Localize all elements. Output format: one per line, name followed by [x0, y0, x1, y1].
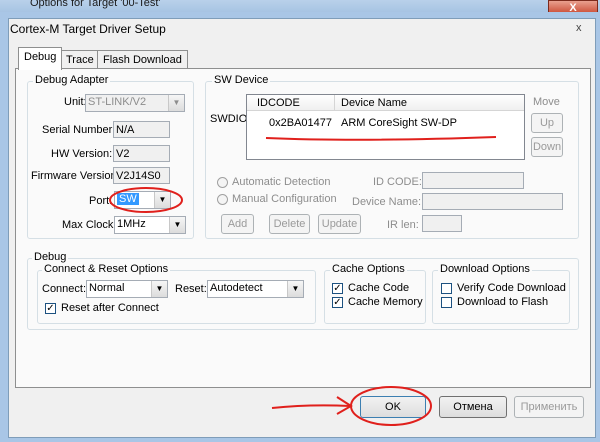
unit-label: Unit:	[64, 96, 87, 108]
cache-memory-label: Cache Memory	[348, 296, 423, 308]
debug-group-title: Debug	[32, 251, 69, 263]
connect-reset-title: Connect & Reset Options	[42, 263, 171, 275]
col-idcode-header[interactable]: IDCODE	[257, 97, 300, 109]
chevron-down-icon: ▼	[151, 281, 167, 297]
connect-value: Normal	[89, 282, 125, 294]
download-to-flash-label: Download to Flash	[457, 296, 549, 308]
move-down-button[interactable]: Down	[531, 137, 563, 157]
serial-number-label: Serial Number:	[42, 124, 116, 136]
idcode-cell[interactable]: 0x2BA01477	[269, 117, 332, 129]
outer-window-titlebar: Options for Target '00-Test'	[0, 0, 600, 12]
move-up-button[interactable]: Up	[531, 113, 563, 133]
outer-window-title: Options for Target '00-Test'	[30, 0, 161, 9]
device-name-label: Device Name:	[352, 196, 422, 208]
verify-code-download-label: Verify Code Download	[457, 282, 566, 294]
cache-code-checkbox[interactable]: ✓	[332, 283, 343, 294]
firmware-version-field: V2J14S0	[113, 167, 170, 184]
chevron-down-icon: ▼	[168, 95, 184, 111]
checkmark-icon: ✓	[333, 283, 342, 294]
chevron-down-icon: ▼	[154, 192, 170, 208]
cache-memory-checkbox[interactable]: ✓	[332, 297, 343, 308]
chevron-down-icon: ▼	[169, 217, 185, 233]
manual-configuration-label: Manual Configuration	[232, 193, 337, 205]
debug-adapter-title: Debug Adapter	[33, 74, 111, 86]
serial-number-field: N/A	[113, 121, 170, 138]
manual-configuration-radio[interactable]	[217, 194, 228, 205]
ok-button[interactable]: OK	[360, 396, 426, 418]
ir-len-label: IR len:	[387, 219, 419, 231]
sw-device-list[interactable]: IDCODE Device Name 0x2BA01477 ARM CoreSi…	[246, 94, 525, 160]
tab-flash-download[interactable]: Flash Download	[97, 50, 188, 69]
checkmark-icon: ✓	[333, 297, 342, 308]
verify-code-download-checkbox[interactable]	[441, 283, 452, 294]
dialog-close-button[interactable]: x	[576, 22, 590, 34]
column-divider	[334, 95, 335, 110]
reset-label: Reset:	[175, 283, 207, 295]
delete-button[interactable]: Delete	[269, 214, 310, 234]
add-button[interactable]: Add	[221, 214, 254, 234]
reset-after-connect-checkbox[interactable]: ✓	[45, 303, 56, 314]
unit-value: ST-LINK/V2	[88, 96, 147, 108]
chevron-down-icon: ▼	[287, 281, 303, 297]
move-label: Move	[533, 96, 560, 108]
cache-options-title: Cache Options	[330, 263, 407, 275]
automatic-detection-label: Automatic Detection	[232, 176, 331, 188]
id-code-field[interactable]	[422, 172, 524, 189]
id-code-label: ID CODE:	[373, 176, 422, 188]
cancel-button[interactable]: Отмена	[439, 396, 507, 418]
tab-trace[interactable]: Trace	[60, 50, 100, 69]
update-button[interactable]: Update	[318, 214, 361, 234]
tab-debug[interactable]: Debug	[18, 47, 63, 70]
connect-select[interactable]: Normal ▼	[86, 280, 168, 298]
download-options-title: Download Options	[438, 263, 532, 275]
dialog-title: Cortex-M Target Driver Setup	[10, 22, 166, 36]
swdio-label: SWDIO	[210, 113, 248, 125]
firmware-version-label: Firmware Version:	[31, 170, 120, 182]
port-select[interactable]: SW ▼	[114, 191, 171, 209]
reset-after-connect-label: Reset after Connect	[61, 302, 159, 314]
max-clock-value: 1MHz	[117, 218, 146, 230]
cache-code-label: Cache Code	[348, 282, 410, 294]
connect-label: Connect:	[42, 283, 87, 295]
ir-len-field[interactable]	[422, 215, 462, 232]
hw-version-label: HW Version:	[51, 148, 113, 160]
reset-select[interactable]: Autodetect ▼	[207, 280, 304, 298]
sw-device-title: SW Device	[212, 74, 271, 86]
device-name-cell[interactable]: ARM CoreSight SW-DP	[341, 117, 457, 129]
col-device-header[interactable]: Device Name	[341, 97, 407, 109]
port-value: SW	[117, 193, 139, 205]
checkmark-icon: ✓	[46, 303, 55, 314]
max-clock-select[interactable]: 1MHz ▼	[114, 216, 186, 234]
apply-button[interactable]: Применить	[514, 396, 584, 418]
device-name-field[interactable]	[422, 193, 563, 210]
port-label: Port:	[89, 195, 113, 207]
hw-version-field: V2	[113, 145, 170, 162]
automatic-detection-radio[interactable]	[217, 177, 228, 188]
download-to-flash-checkbox[interactable]	[441, 297, 452, 308]
max-clock-label: Max Clock:	[62, 219, 117, 231]
reset-value: Autodetect	[210, 282, 263, 294]
unit-select[interactable]: ST-LINK/V2 ▼	[85, 94, 185, 112]
